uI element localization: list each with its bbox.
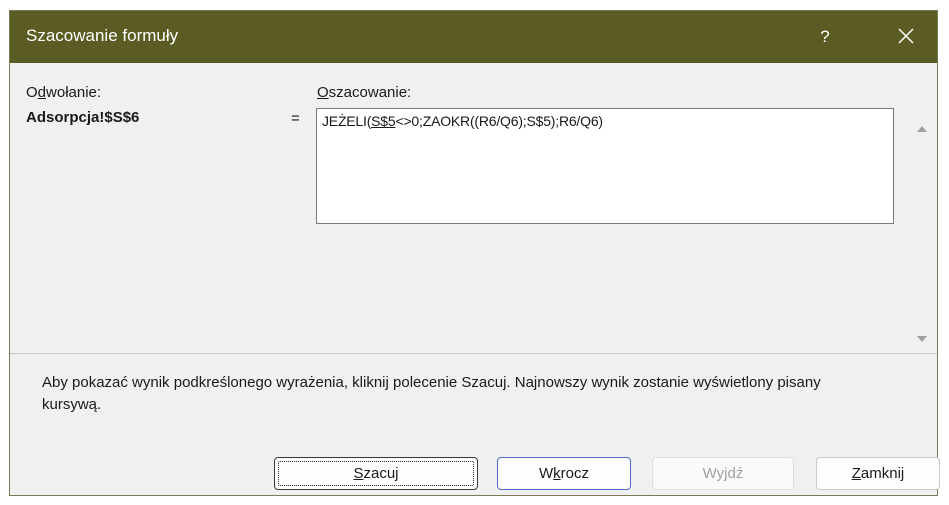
scroll-up-arrow-icon[interactable] xyxy=(915,123,929,135)
evaluation-label: Oszacowanie: xyxy=(317,84,412,101)
close-button[interactable] xyxy=(888,23,924,51)
formula-prefix: JEŻELI( xyxy=(322,113,372,129)
title-bar: Szacowanie formuły ? xyxy=(10,11,937,63)
reference-label: Odwołanie: xyxy=(26,84,102,101)
equals-sign: = xyxy=(291,110,300,127)
evaluate-formula-dialog: Szacowanie formuły ? Odwołanie: Adsorpcj… xyxy=(9,10,940,496)
scroll-down-arrow-icon[interactable] xyxy=(915,333,929,345)
dialog-title: Szacowanie formuły xyxy=(26,26,179,45)
evaluation-textbox[interactable]: JEŻELI(S$5<>0;ZAOKR((R6/Q6);S$5);R6/Q6) xyxy=(316,108,894,224)
instruction-text: Aby pokazać wynik podkreślonego wyrażeni… xyxy=(42,374,821,413)
formula-suffix: <>0;ZAOKR((R6/Q6);S$5);R6/Q6) xyxy=(395,113,603,129)
divider xyxy=(10,353,937,354)
help-button[interactable]: ? xyxy=(810,24,840,50)
close-dialog-button[interactable]: Zamknij xyxy=(816,457,940,490)
close-icon xyxy=(898,28,914,44)
step-out-button[interactable]: Wyjdź xyxy=(652,457,794,490)
evaluate-button[interactable]: Szacuj xyxy=(274,457,478,490)
step-in-button[interactable]: Wkrocz xyxy=(497,457,631,490)
reference-value: Adsorpcja!$S$6 xyxy=(26,109,140,126)
formula-current-expression: S$5 xyxy=(371,113,396,129)
